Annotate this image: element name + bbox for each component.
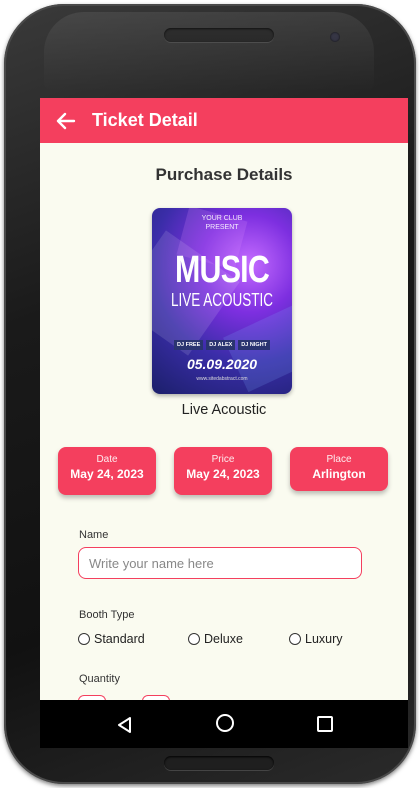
poster-dj: DJ FREE xyxy=(174,340,204,350)
poster-club-text: YOUR CLUB PRESENT xyxy=(201,215,243,231)
name-label: Name xyxy=(79,529,109,541)
chip-label: Place xyxy=(326,454,352,465)
front-camera xyxy=(330,32,340,42)
nav-home-circle-icon[interactable] xyxy=(216,714,234,732)
ticket-detail-content: Purchase Details YOUR CLUB PRESENT MUSIC … xyxy=(40,143,408,700)
nav-recents-square-icon[interactable] xyxy=(317,716,333,732)
section-heading: Purchase Details xyxy=(155,165,293,184)
radio-circle-icon xyxy=(188,633,200,645)
radio-circle-icon xyxy=(78,633,90,645)
poster-dj: DJ NIGHT xyxy=(238,340,270,350)
poster-headline: MUSIC xyxy=(175,249,270,291)
page-title: Ticket Detail xyxy=(92,110,198,130)
app-bar: Ticket Detail xyxy=(40,98,408,143)
phone-frame: Ticket Detail Purchase Details YOUR CLUB… xyxy=(4,4,416,784)
quantity-label: Quantity xyxy=(79,673,120,685)
booth-type-label: Booth Type xyxy=(79,609,135,621)
arrow-left-icon[interactable] xyxy=(54,109,78,133)
screen: Ticket Detail Purchase Details YOUR CLUB… xyxy=(40,98,408,748)
booth-type-radio-group: Standard Deluxe Luxury xyxy=(78,632,378,650)
chip-value: May 24, 2023 xyxy=(186,467,260,481)
bottom-speaker xyxy=(164,756,274,770)
poster-subhead: LIVE ACOUSTIC xyxy=(170,290,274,310)
poster-date: 05.09.2020 xyxy=(186,356,258,372)
poster-url: www.sitedabstract.com xyxy=(196,376,248,382)
chip-label: Price xyxy=(211,454,235,465)
nav-back-triangle-icon[interactable] xyxy=(116,716,132,734)
chip-label: Date xyxy=(96,454,118,465)
price-chip: Price May 24, 2023 xyxy=(174,447,272,495)
detail-chips: Date May 24, 2023 Price May 24, 2023 Pla… xyxy=(58,447,390,497)
place-chip: Place Arlington xyxy=(290,447,388,491)
chip-value: Arlington xyxy=(312,467,366,481)
booth-standard-radio[interactable]: Standard xyxy=(78,632,145,646)
date-chip: Date May 24, 2023 xyxy=(58,447,156,495)
booth-deluxe-radio[interactable]: Deluxe xyxy=(188,632,243,646)
event-name: Live Acoustic xyxy=(181,402,267,418)
chip-value: May 24, 2023 xyxy=(70,467,144,481)
earpiece-speaker xyxy=(164,28,274,42)
android-nav-bar xyxy=(40,700,408,748)
radio-circle-icon xyxy=(289,633,301,645)
poster-dj-list: DJ FREE DJ ALEX DJ NIGHT xyxy=(152,340,292,350)
event-poster-image: YOUR CLUB PRESENT MUSIC LIVE ACOUSTIC DJ … xyxy=(152,208,292,394)
name-input[interactable] xyxy=(78,547,362,579)
booth-luxury-radio[interactable]: Luxury xyxy=(289,632,343,646)
poster-dj: DJ ALEX xyxy=(206,340,236,350)
